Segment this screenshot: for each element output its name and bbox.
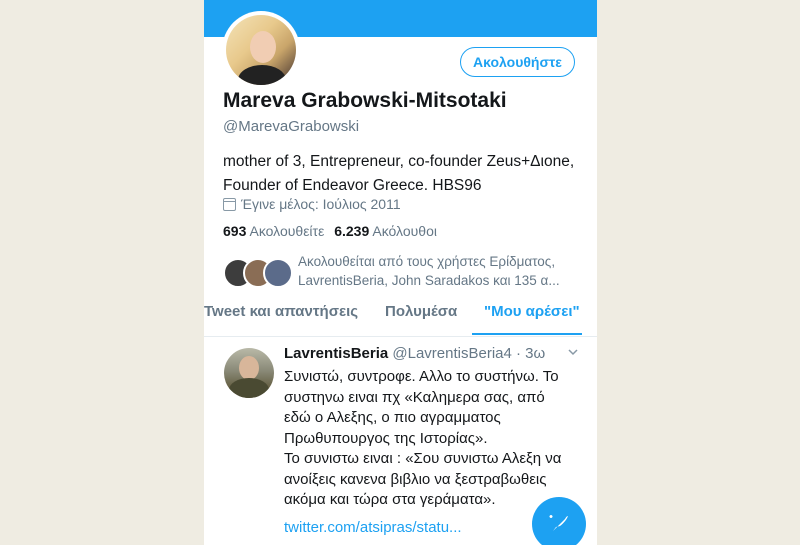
profile-bio: mother of 3, Entrepreneur, co-founder Ze… (223, 150, 583, 198)
tab-tweets-replies[interactable]: Tweet και απαντήσεις (204, 303, 358, 320)
followed-by-text[interactable]: Ακολουθείται από τους χρήστες Ερίδματος,… (298, 252, 560, 290)
bio-line: Founder of Endeavor Greece. HBS96 (223, 177, 482, 194)
avatar-face (250, 31, 276, 63)
follow-stats: 693 Ακολουθείτε 6.239 Ακόλουθοι (223, 223, 437, 239)
tweet-header: LavrentisBeria @LavrentisBeria4 · 3ω (284, 345, 545, 362)
tweet-line: Το συνιστω ειναι : «Σου συνιστω Αλεξη να (284, 450, 562, 467)
avatar-body (238, 65, 286, 85)
tweet-author-name[interactable]: LavrentisBeria (284, 345, 388, 362)
divider (204, 336, 597, 337)
active-tab-indicator (472, 333, 582, 335)
following-count: 693 (223, 223, 247, 239)
profile-screen: Ακολουθήστε Mareva Grabowski-Mitsotaki @… (204, 0, 597, 545)
profile-avatar[interactable] (222, 11, 300, 89)
tab-media[interactable]: Πολυμέσα (385, 303, 457, 320)
tweet-author-handle[interactable]: @LavrentisBeria4 (392, 345, 511, 362)
profile-name: Mareva Grabowski-Mitsotaki (223, 89, 507, 112)
following-label: Ακολουθείτε (249, 223, 325, 239)
followers-stat[interactable]: 6.239 Ακόλουθοι (334, 223, 437, 239)
profile-tabs: Tweet και απαντήσεις Πολυμέσα "Μου αρέσε… (204, 303, 597, 335)
profile-handle: @MarevaGrabowski (223, 118, 360, 135)
follower-avatar (263, 258, 293, 288)
avatar-photo (226, 15, 296, 85)
tab-likes[interactable]: "Μου αρέσει" (484, 303, 580, 320)
joined-date: Έγινε μέλος: Ιούλιος 2011 (223, 196, 401, 212)
tweet-text: Συνιστώ, συντροφε. Αλλο το συστήνω. Το σ… (284, 367, 584, 511)
followers-label: Ακόλουθοι (372, 223, 437, 239)
tweet-link[interactable]: twitter.com/atsipras/statu... (284, 519, 462, 536)
tweet-avatar-body (229, 378, 269, 398)
followed-by-avatars[interactable] (223, 258, 293, 288)
tweet-line: Πρωθυπουργος της Ιστορίας». (284, 429, 488, 447)
chevron-down-icon[interactable] (568, 347, 578, 357)
tweet-author-avatar[interactable] (224, 348, 274, 398)
follow-button[interactable]: Ακολουθήστε (460, 47, 575, 77)
tweet-line: Συνιστώ, συντροφε. Αλλο το συστήνω. Το (284, 368, 559, 385)
tweet-time: · 3ω (516, 345, 546, 362)
calendar-icon (223, 197, 236, 211)
followed-by-line: LavrentisBeria, John Saradakos και 135 α… (298, 273, 560, 288)
following-stat[interactable]: 693 Ακολουθείτε (223, 223, 324, 239)
bio-line: mother of 3, Entrepreneur, co-founder Ze… (223, 153, 575, 170)
tweet-line: εδώ ο Αλεξης, ο πιο αγραμματος (284, 409, 501, 426)
compose-tweet-icon (549, 515, 568, 531)
tweet-avatar-face (239, 356, 259, 380)
joined-text: Έγινε μέλος: Ιούλιος 2011 (241, 196, 401, 212)
followed-by-line: Ακολουθείται από τους χρήστες Ερίδματος, (298, 254, 556, 269)
compose-tweet-button[interactable] (532, 497, 586, 545)
tweet-line: συστηνω ειναι πχ «Καλημερα σας, από (284, 388, 545, 406)
tweet-line: ανοίξεις κανενα βιβλιο να ξεστραβωθεις (284, 470, 547, 488)
followers-count: 6.239 (334, 223, 370, 239)
